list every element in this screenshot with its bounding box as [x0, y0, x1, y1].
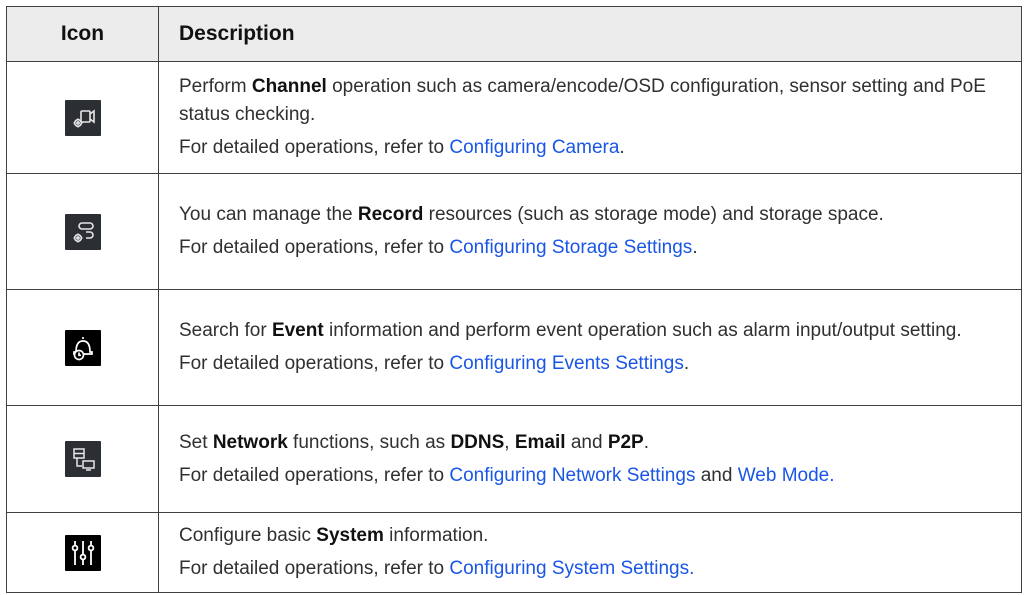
keyword-p2p: P2P — [607, 431, 644, 453]
description-cell: Search for Event information and perform… — [158, 289, 1022, 406]
keyword-network: Network — [212, 431, 288, 453]
keyword-ddns: DDNS — [450, 431, 505, 453]
icon-column-header: Icon — [6, 6, 159, 62]
table-row: Perform Channel operation such as camera… — [6, 61, 1022, 174]
keyword-channel: Channel — [251, 76, 327, 97]
table-header-row: Icon Description — [6, 6, 1022, 62]
keyword-email: Email — [514, 431, 566, 453]
link-configuring-camera[interactable]: Configuring Camera — [449, 137, 619, 158]
link-configuring-network-settings[interactable]: Configuring Network Settings — [449, 465, 695, 486]
description-column-header: Description — [158, 6, 1022, 62]
description-cell: You can manage the Record resources (suc… — [158, 173, 1022, 290]
description-cell: Set Network functions, such as DDNS, Ema… — [158, 405, 1022, 513]
network-icon — [64, 441, 101, 477]
link-configuring-events-settings[interactable]: Configuring Events Settings — [449, 353, 683, 374]
keyword-system: System — [316, 525, 384, 546]
keyword-event: Event — [271, 320, 324, 341]
link-configuring-system-settings[interactable]: Configuring System Settings. — [449, 558, 694, 579]
description-cell: Perform Channel operation such as camera… — [158, 61, 1022, 174]
event-alarm-bell-icon — [64, 329, 101, 366]
keyword-record: Record — [357, 204, 424, 225]
table-row: Search for Event information and perform… — [6, 289, 1022, 406]
record-storage-settings-icon — [64, 213, 101, 250]
table-row: You can manage the Record resources (suc… — [6, 173, 1022, 290]
system-sliders-icon — [64, 534, 101, 571]
link-configuring-storage-settings[interactable]: Configuring Storage Settings — [449, 237, 692, 258]
table-row: Configure basic System information. For … — [6, 512, 1022, 593]
icon-description-table: Icon Description Perform Channel operati… — [6, 6, 1022, 593]
description-cell: Configure basic System information. For … — [158, 512, 1022, 593]
link-web-mode[interactable]: Web Mode. — [738, 465, 835, 486]
channel-camera-settings-icon — [64, 99, 101, 136]
table-row: Set Network functions, such as DDNS, Ema… — [6, 405, 1022, 513]
